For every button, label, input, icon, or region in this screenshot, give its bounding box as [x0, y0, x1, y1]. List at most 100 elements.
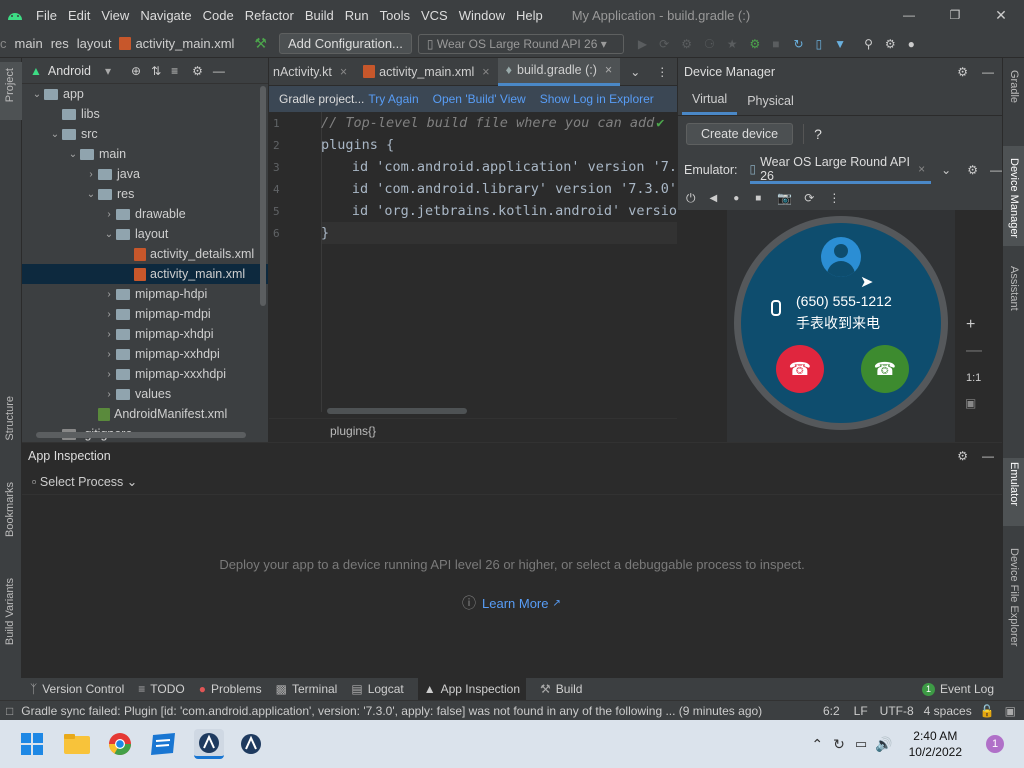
- line-separator[interactable]: LF: [854, 704, 868, 718]
- attach-debugger-icon[interactable]: ★: [727, 37, 738, 51]
- tree-item[interactable]: › mipmap-xxxhdpi: [22, 364, 268, 384]
- create-device-button[interactable]: Create device: [686, 123, 794, 145]
- settings-icon[interactable]: ⚙: [885, 37, 896, 51]
- tab-virtual[interactable]: Virtual: [682, 87, 738, 115]
- accept-call-button[interactable]: ☎: [861, 345, 909, 393]
- expand-all-icon[interactable]: ⇅: [151, 64, 161, 78]
- code-breadcrumb[interactable]: plugins{}: [330, 424, 376, 438]
- tree-item[interactable]: › values: [22, 384, 268, 404]
- chevron-right-icon[interactable]: ›: [102, 329, 116, 340]
- learn-more-link[interactable]: Learn More: [482, 596, 548, 611]
- apply-changes-icon[interactable]: ⚙: [749, 37, 760, 51]
- tree-item[interactable]: ⌄ res: [22, 184, 268, 204]
- menu-tools[interactable]: Tools: [380, 8, 410, 23]
- lock-icon[interactable]: 🔓: [980, 704, 995, 718]
- breadcrumb-main[interactable]: main: [15, 36, 43, 51]
- account-icon[interactable]: ●: [908, 37, 915, 51]
- chrome-icon[interactable]: [108, 732, 132, 756]
- device-file-explorer-tool-button[interactable]: Device File Explorer: [1008, 548, 1020, 646]
- caret-position[interactable]: 6:2: [823, 704, 840, 718]
- menu-view[interactable]: View: [101, 8, 129, 23]
- notification-badge[interactable]: 1: [986, 735, 1004, 753]
- hide-icon[interactable]: —: [990, 163, 1002, 177]
- android-studio-taskbar-icon-2[interactable]: [238, 731, 264, 757]
- home-icon[interactable]: ●: [733, 193, 739, 204]
- close-tab-icon[interactable]: ×: [482, 65, 489, 79]
- memory-indicator-icon[interactable]: ▣: [1005, 704, 1016, 718]
- menu-run[interactable]: Run: [345, 8, 369, 23]
- menu-code[interactable]: Code: [203, 8, 234, 23]
- help-button[interactable]: ?: [814, 126, 822, 142]
- chevron-right-icon[interactable]: ›: [102, 369, 116, 380]
- tab-activity-main-xml[interactable]: activity_main.xml ×: [355, 58, 497, 86]
- clock[interactable]: 2:40 AM 10/2/2022: [909, 728, 962, 760]
- sync-icon[interactable]: ↻: [833, 736, 845, 753]
- locate-icon[interactable]: ⊕: [131, 64, 141, 78]
- code-editor[interactable]: 1// Top-level build file where you can a…: [269, 112, 677, 416]
- add-configuration-button[interactable]: Add Configuration...: [278, 33, 412, 54]
- watch-screen[interactable]: (650) 555-1212 手表收到来电 ☎ ☎: [741, 223, 941, 423]
- gear-icon[interactable]: ⚙: [957, 449, 968, 463]
- sdk-manager-icon[interactable]: ▼: [834, 37, 846, 51]
- menu-build[interactable]: Build: [305, 8, 334, 23]
- tree-item[interactable]: › mipmap-hdpi: [22, 284, 268, 304]
- menu-vcs[interactable]: VCS: [421, 8, 448, 23]
- breadcrumb-layout[interactable]: layout: [77, 36, 112, 51]
- status-message[interactable]: Gradle sync failed: Plugin [id: 'com.and…: [21, 704, 762, 718]
- decline-call-button[interactable]: ☎: [776, 345, 824, 393]
- tree-item[interactable]: ⌄ app: [22, 84, 268, 104]
- hide-icon[interactable]: —: [213, 64, 225, 78]
- chevron-down-icon[interactable]: ⌄: [941, 163, 951, 177]
- try-again-link[interactable]: Try Again: [368, 92, 418, 106]
- camera-icon[interactable]: 📷: [777, 191, 792, 205]
- search-icon[interactable]: ⚲: [864, 37, 873, 51]
- run-icon[interactable]: ▶: [638, 37, 647, 51]
- chevron-down-icon[interactable]: ⌄: [66, 149, 80, 160]
- tree-item[interactable]: activity_main.xml: [22, 264, 268, 284]
- indent-setting[interactable]: 4 spaces: [924, 704, 972, 718]
- status-panel-icon[interactable]: □: [6, 704, 13, 718]
- fit-screen-icon[interactable]: ▣: [965, 396, 976, 410]
- power-icon[interactable]: ⏻: [686, 191, 696, 206]
- todo-button[interactable]: ≡ TODO: [138, 682, 184, 696]
- gear-icon[interactable]: ⚙: [192, 64, 203, 78]
- windows-start-icon[interactable]: [20, 732, 44, 756]
- tree-item[interactable]: › mipmap-xhdpi: [22, 324, 268, 344]
- rerun-icon[interactable]: ⟳: [659, 37, 669, 51]
- menu-help[interactable]: Help: [516, 8, 543, 23]
- hammer-icon[interactable]: ⚒: [254, 35, 267, 52]
- debug-icon[interactable]: ⚙: [681, 37, 692, 51]
- project-tool-button[interactable]: Project: [4, 68, 16, 102]
- chevron-right-icon[interactable]: ›: [102, 209, 116, 220]
- bookmarks-tool-button[interactable]: Bookmarks: [4, 482, 16, 537]
- snapshot-icon[interactable]: ⟳: [804, 191, 814, 205]
- sync-gradle-icon[interactable]: ↻: [794, 37, 804, 51]
- build-button[interactable]: ⚒ Build: [540, 682, 582, 696]
- chevron-down-icon[interactable]: ⌄: [102, 229, 116, 240]
- collapse-all-icon[interactable]: ≡: [171, 64, 178, 78]
- device-manager-tool-button[interactable]: Device Manager: [1008, 158, 1020, 238]
- chevron-down-icon[interactable]: ⌄: [30, 89, 44, 100]
- file-explorer-icon[interactable]: [64, 732, 90, 756]
- chevron-right-icon[interactable]: ›: [102, 289, 116, 300]
- project-view-selector[interactable]: Android: [48, 64, 91, 78]
- menu-navigate[interactable]: Navigate: [140, 8, 191, 23]
- device-selector[interactable]: ▯ Wear OS Large Round API 26 ▾: [417, 33, 624, 54]
- tree-item[interactable]: activity_details.xml: [22, 244, 268, 264]
- more-icon[interactable]: ⋮: [656, 65, 668, 79]
- select-process-dropdown[interactable]: ▫ Select Process ⌄: [32, 474, 137, 489]
- volume-icon[interactable]: 🔊: [875, 736, 892, 753]
- emulator-tool-button[interactable]: Emulator: [1008, 462, 1020, 506]
- hide-icon[interactable]: —: [982, 449, 994, 463]
- problems-button[interactable]: ● Problems: [199, 682, 262, 696]
- menu-window[interactable]: Window: [459, 8, 505, 23]
- menu-file[interactable]: File: [36, 8, 57, 23]
- chevron-right-icon[interactable]: ›: [102, 389, 116, 400]
- tab-physical[interactable]: Physical: [737, 87, 804, 115]
- remote-desktop-icon[interactable]: [150, 732, 176, 756]
- close-tab-icon[interactable]: ×: [340, 65, 347, 79]
- tree-item[interactable]: › java: [22, 164, 268, 184]
- terminal-button[interactable]: ▩ Terminal: [276, 682, 338, 696]
- display-icon[interactable]: ▭: [855, 736, 867, 752]
- build-variants-tool-button[interactable]: Build Variants: [4, 578, 16, 645]
